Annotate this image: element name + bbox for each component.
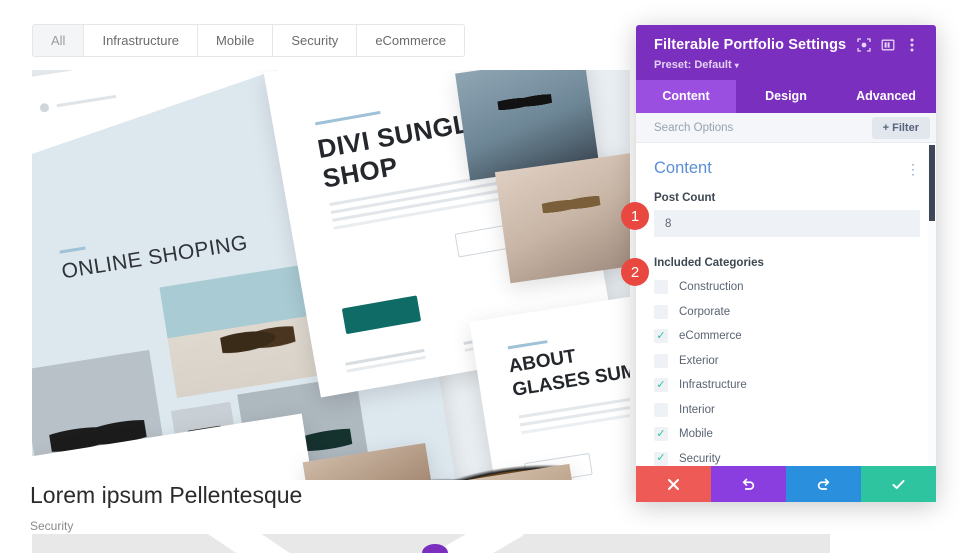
focus-icon[interactable] [854, 35, 874, 55]
included-categories-label: Included Categories [654, 257, 764, 269]
section-title: Content [654, 159, 712, 177]
panel-action-bar [636, 466, 936, 502]
mockup-eyebrow [59, 246, 86, 254]
checkbox-checked-icon[interactable]: ✓ [654, 329, 668, 344]
category-row[interactable]: ✓ eCommerce [654, 324, 920, 349]
mockup-eyebrow [315, 110, 381, 126]
portfolio-item-category[interactable]: Security [30, 519, 73, 533]
add-filter-button[interactable]: + Filter [871, 116, 930, 139]
checkbox-unchecked-icon[interactable] [654, 280, 668, 295]
category-label: Infrastructure [679, 379, 747, 392]
content-section-header: Content ⋮ [654, 159, 920, 178]
mockup-logo-dot [39, 102, 50, 113]
filter-tab-security[interactable]: Security [273, 25, 358, 56]
chevron-down-icon: ▾ [734, 61, 739, 70]
portfolio-filter-tabs: All Infrastructure Mobile Security eCommerce [32, 24, 466, 57]
category-row[interactable]: Construction [654, 275, 920, 300]
section-more-options-icon[interactable]: ⋮ [906, 162, 920, 176]
portfolio-item-2-image[interactable] [32, 534, 830, 553]
step-badge-1: 1 [621, 202, 649, 230]
category-row[interactable]: Interior [654, 398, 920, 423]
category-label: Corporate [679, 305, 731, 318]
category-label: Construction [679, 281, 744, 294]
panel-tabs: Content Design Advanced [636, 80, 936, 113]
panel-scrollbar[interactable] [928, 143, 936, 466]
panel-scrollbar-thumb[interactable] [929, 145, 935, 221]
mockup-primary-button [341, 295, 422, 335]
category-label: Mobile [679, 428, 713, 441]
undo-button[interactable] [711, 466, 786, 502]
tab-advanced[interactable]: Advanced [836, 80, 936, 113]
filter-tab-ecommerce[interactable]: eCommerce [357, 25, 465, 56]
mockup-photo-woman [494, 152, 630, 284]
filter-tab-all[interactable]: All [33, 25, 85, 56]
category-label: Interior [679, 403, 715, 416]
panel-header: Filterable Portfolio Settings Preset: De… [636, 25, 936, 80]
category-row[interactable]: Exterior [654, 349, 920, 374]
step-badge-2: 2 [621, 258, 649, 286]
panel-scroll-content: Content ⋮ Post Count Included Categories… [636, 143, 936, 466]
post-count-input[interactable] [654, 210, 920, 237]
included-categories-field: Included Categories Construction Corporat… [654, 257, 920, 466]
portfolio-item-title[interactable]: Lorem ipsum Pellentesque [30, 482, 302, 509]
category-row[interactable]: Corporate [654, 300, 920, 325]
included-categories-list: Construction Corporate ✓ eCommerce Exterior ✓… [654, 275, 920, 466]
post-count-label: Post Count [654, 192, 716, 204]
category-label: Security [679, 452, 721, 465]
checkbox-unchecked-icon[interactable] [654, 304, 668, 319]
mockup-caption [345, 348, 425, 366]
search-input[interactable]: Search Options [654, 122, 872, 134]
preset-selector[interactable]: Preset: Default ▾ [654, 59, 922, 71]
filterable-portfolio-settings-panel: Filterable Portfolio Settings Preset: De… [636, 25, 936, 502]
checkbox-checked-icon[interactable]: ✓ [654, 451, 668, 466]
mockup-paragraph [518, 396, 630, 419]
save-button[interactable] [861, 466, 936, 502]
mockup-shape [203, 534, 311, 553]
panel-body: Content ⋮ Post Count Included Categories… [636, 143, 936, 466]
category-row[interactable]: ✓ Security [654, 447, 920, 467]
filter-tab-mobile[interactable]: Mobile [198, 25, 274, 56]
panel-title: Filterable Portfolio Settings [654, 37, 847, 53]
layout-icon[interactable] [878, 35, 898, 55]
filter-tab-infrastructure[interactable]: Infrastructure [84, 25, 199, 56]
cancel-button[interactable] [636, 466, 711, 502]
search-options-row: Search Options + Filter [636, 113, 936, 143]
mockup-logo-text [56, 94, 117, 108]
category-label: Exterior [679, 354, 719, 367]
portfolio-item-image[interactable]: ONLINE SHOPING DIVI SUNGLASSES SHOP ABOU… [32, 70, 630, 480]
checkbox-unchecked-icon[interactable] [654, 353, 668, 368]
checkbox-checked-icon[interactable]: ✓ [654, 427, 668, 442]
mockup-eyebrow [507, 340, 548, 350]
category-row[interactable]: ✓ Infrastructure [654, 373, 920, 398]
category-label: eCommerce [679, 330, 742, 343]
mockup-title-online-shoping: ONLINE SHOPING [60, 231, 250, 284]
category-row[interactable]: ✓ Mobile [654, 422, 920, 447]
tab-content[interactable]: Content [636, 80, 736, 113]
post-count-field: Post Count [654, 192, 920, 237]
preset-label: Preset: Default [654, 59, 732, 71]
redo-button[interactable] [786, 466, 861, 502]
more-options-icon[interactable] [902, 35, 922, 55]
checkbox-unchecked-icon[interactable] [654, 402, 668, 417]
tab-design[interactable]: Design [736, 80, 836, 113]
checkbox-checked-icon[interactable]: ✓ [654, 378, 668, 393]
